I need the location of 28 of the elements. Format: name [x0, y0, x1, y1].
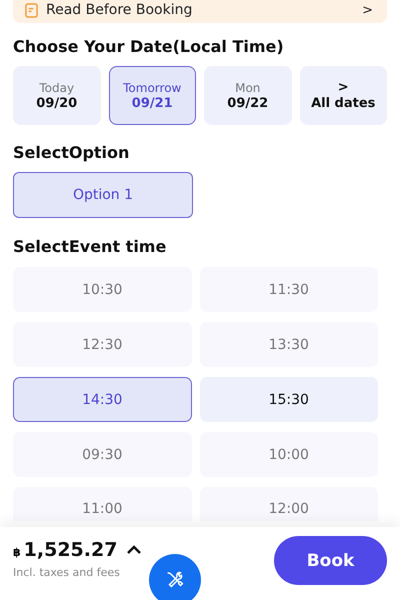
notice-label: Read Before Booking [46, 2, 194, 18]
time-slot[interactable]: 14:30 [13, 377, 192, 422]
time-slot[interactable]: 09:30 [13, 432, 192, 477]
document-icon [25, 2, 38, 18]
date-card[interactable]: > All dates [300, 66, 387, 125]
time-slot[interactable]: 11:30 [200, 267, 378, 312]
notice-banner[interactable]: Read Before Booking > [13, 0, 387, 23]
section-title: SelectEvent time [13, 237, 168, 256]
book-button[interactable]: Book [274, 536, 387, 585]
time-slot[interactable]: 10:30 [13, 267, 192, 312]
price: 1,525.27 [24, 539, 118, 561]
time-slot[interactable]: 12:00 [200, 487, 378, 521]
chevron-icon: > [362, 2, 373, 18]
time-slot[interactable]: 12:30 [13, 322, 192, 367]
option-button[interactable]: Option 1 [13, 172, 193, 218]
time-slot[interactable]: 11:00 [13, 487, 192, 521]
date-card[interactable]: Tomorrow 09/21 [108, 66, 196, 125]
tools-button[interactable] [149, 554, 201, 600]
section-title: SelectOption [13, 143, 130, 162]
time-slot[interactable]: 15:30 [200, 377, 378, 422]
time-slot[interactable]: 13:30 [200, 322, 378, 367]
caret-icon[interactable] [126, 545, 142, 555]
time-slot[interactable]: 10:00 [200, 432, 378, 477]
section-title: Choose Your Date(Local Time) [13, 37, 285, 56]
date-card[interactable]: Mon 09/22 [204, 66, 292, 125]
price-note: Incl. taxes and fees [13, 566, 121, 579]
currency-symbol: ฿ [13, 546, 21, 559]
date-card[interactable]: Today 09/20 [13, 66, 100, 125]
